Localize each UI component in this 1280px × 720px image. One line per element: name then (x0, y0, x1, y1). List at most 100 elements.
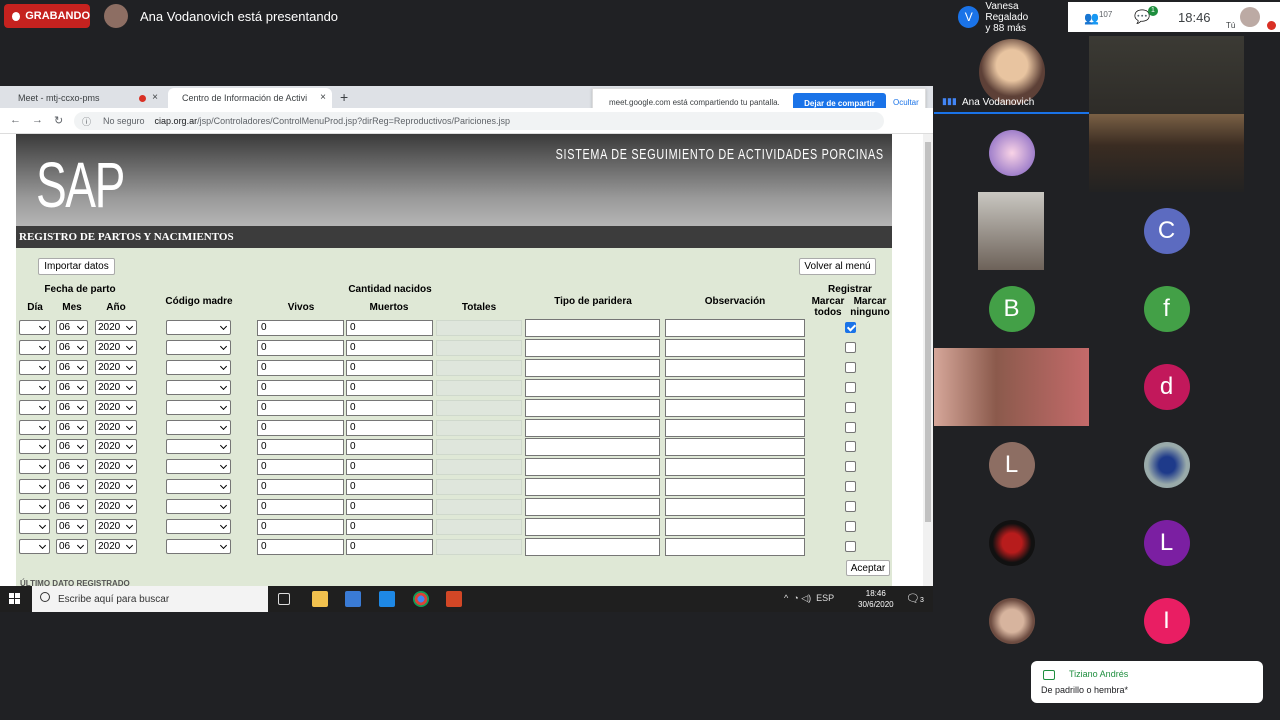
scrollbar-thumb[interactable] (925, 142, 931, 522)
powerpoint-icon[interactable] (446, 591, 462, 607)
video-tile[interactable] (1089, 114, 1244, 192)
observation-textarea[interactable] (665, 478, 805, 497)
month-select[interactable]: 06 (56, 320, 88, 335)
observation-textarea[interactable] (665, 498, 805, 517)
participant-tile[interactable] (934, 114, 1089, 192)
register-checkbox[interactable] (845, 341, 856, 353)
year-select[interactable]: 2020 (95, 538, 137, 554)
participant-tile[interactable] (934, 504, 1089, 582)
year-select[interactable]: 2020 (95, 439, 137, 455)
alive-input[interactable]: 0 (257, 479, 344, 496)
tab-ciap[interactable]: Centro de Información de Activi × (168, 88, 332, 108)
mother-code-select[interactable] (166, 499, 231, 515)
tab-meet[interactable]: Meet - mtj-ccxo-pms × (4, 88, 164, 108)
month-select[interactable]: 06 (56, 538, 88, 554)
register-checkbox[interactable] (845, 421, 856, 433)
mother-code-select[interactable] (166, 379, 231, 395)
day-select[interactable] (19, 399, 50, 415)
speaker-tile[interactable]: ▮▮▮ Ana Vodanovich (934, 36, 1089, 114)
farrowing-type-textarea[interactable] (525, 478, 660, 497)
register-checkbox[interactable] (845, 441, 856, 453)
mother-code-select[interactable] (166, 519, 231, 534)
register-checkbox[interactable] (845, 481, 856, 493)
mother-code-select[interactable] (166, 439, 231, 455)
month-select[interactable]: 06 (56, 479, 88, 495)
new-tab-button[interactable]: + (340, 89, 348, 105)
video-tile[interactable] (934, 348, 1089, 426)
observation-textarea[interactable] (665, 358, 805, 377)
register-checkbox[interactable] (845, 501, 856, 513)
alive-input[interactable]: 0 (257, 339, 344, 356)
people-button[interactable]: 👥107 (1084, 10, 1112, 25)
year-select[interactable]: 2020 (95, 479, 137, 495)
video-tile[interactable] (978, 192, 1044, 270)
year-select[interactable]: 2020 (95, 399, 137, 415)
observation-textarea[interactable] (665, 378, 805, 397)
dead-input[interactable]: 0 (346, 320, 433, 336)
mark-all-link[interactable]: Marcar todos (808, 296, 848, 318)
mother-code-select[interactable] (166, 479, 231, 495)
accept-button[interactable]: Aceptar (846, 560, 890, 576)
mark-none-link[interactable]: Marcar ninguno (848, 296, 892, 318)
month-select[interactable]: 06 (56, 519, 88, 534)
register-checkbox[interactable] (845, 540, 856, 552)
mother-code-select[interactable] (166, 320, 231, 335)
dead-input[interactable]: 0 (346, 519, 433, 535)
farrowing-type-textarea[interactable] (525, 518, 660, 536)
dead-input[interactable]: 0 (346, 339, 433, 356)
alive-input[interactable]: 0 (257, 538, 344, 555)
file-explorer-icon[interactable] (312, 591, 328, 607)
month-select[interactable]: 06 (56, 339, 88, 355)
mother-code-select[interactable] (166, 459, 231, 475)
self-avatar[interactable] (1240, 7, 1260, 27)
participant-tile[interactable] (934, 582, 1089, 660)
taskbar-clock[interactable]: 18:46 30/6/2020 (858, 588, 894, 610)
forward-icon[interactable]: → (32, 114, 43, 126)
register-checkbox[interactable] (845, 401, 856, 413)
alive-input[interactable]: 0 (257, 419, 344, 436)
register-checkbox[interactable] (845, 322, 856, 333)
mother-code-select[interactable] (166, 419, 231, 435)
year-select[interactable]: 2020 (95, 339, 137, 355)
farrowing-type-textarea[interactable] (525, 398, 660, 417)
alive-input[interactable]: 0 (257, 439, 344, 456)
dead-input[interactable]: 0 (346, 379, 433, 396)
url-field[interactable]: ⓘ No seguro ciap.org.ar/jsp/Controladore… (74, 112, 884, 130)
participant-tile[interactable]: C (1089, 192, 1244, 270)
observation-textarea[interactable] (665, 319, 805, 337)
alive-input[interactable]: 0 (257, 499, 344, 516)
month-select[interactable]: 06 (56, 499, 88, 515)
participant-tile[interactable]: B (934, 270, 1089, 348)
dead-input[interactable]: 0 (346, 459, 433, 476)
month-select[interactable]: 06 (56, 459, 88, 475)
taskbar-search[interactable]: Escribe aquí para buscar (32, 586, 268, 612)
month-select[interactable]: 06 (56, 419, 88, 435)
mail-icon[interactable] (379, 591, 395, 607)
alive-input[interactable]: 0 (257, 399, 344, 416)
year-select[interactable]: 2020 (95, 320, 137, 335)
dead-input[interactable]: 0 (346, 439, 433, 456)
year-select[interactable]: 2020 (95, 419, 137, 435)
participant-tile[interactable]: L (934, 426, 1089, 504)
farrowing-type-textarea[interactable] (525, 438, 660, 457)
dead-input[interactable]: 0 (346, 538, 433, 555)
chrome-icon[interactable] (413, 591, 429, 607)
day-select[interactable] (19, 479, 50, 495)
alive-input[interactable]: 0 (257, 459, 344, 476)
farrowing-type-textarea[interactable] (525, 358, 660, 377)
dead-input[interactable]: 0 (346, 399, 433, 416)
day-select[interactable] (19, 538, 50, 554)
participant-tile[interactable] (1089, 426, 1244, 504)
year-select[interactable]: 2020 (95, 359, 137, 375)
dead-input[interactable]: 0 (346, 419, 433, 436)
day-select[interactable] (19, 459, 50, 475)
notification-icon[interactable]: 🗨3 (906, 592, 924, 605)
mother-code-select[interactable] (166, 359, 231, 375)
network-icon[interactable]: ◔ (793, 593, 798, 603)
day-select[interactable] (19, 379, 50, 395)
farrowing-type-textarea[interactable] (525, 498, 660, 517)
farrowing-type-textarea[interactable] (525, 338, 660, 357)
chat-toast[interactable]: Tiziano Andrés De padrillo o hembra* (1031, 661, 1263, 703)
task-view-icon[interactable] (278, 593, 290, 605)
mother-code-select[interactable] (166, 339, 231, 355)
